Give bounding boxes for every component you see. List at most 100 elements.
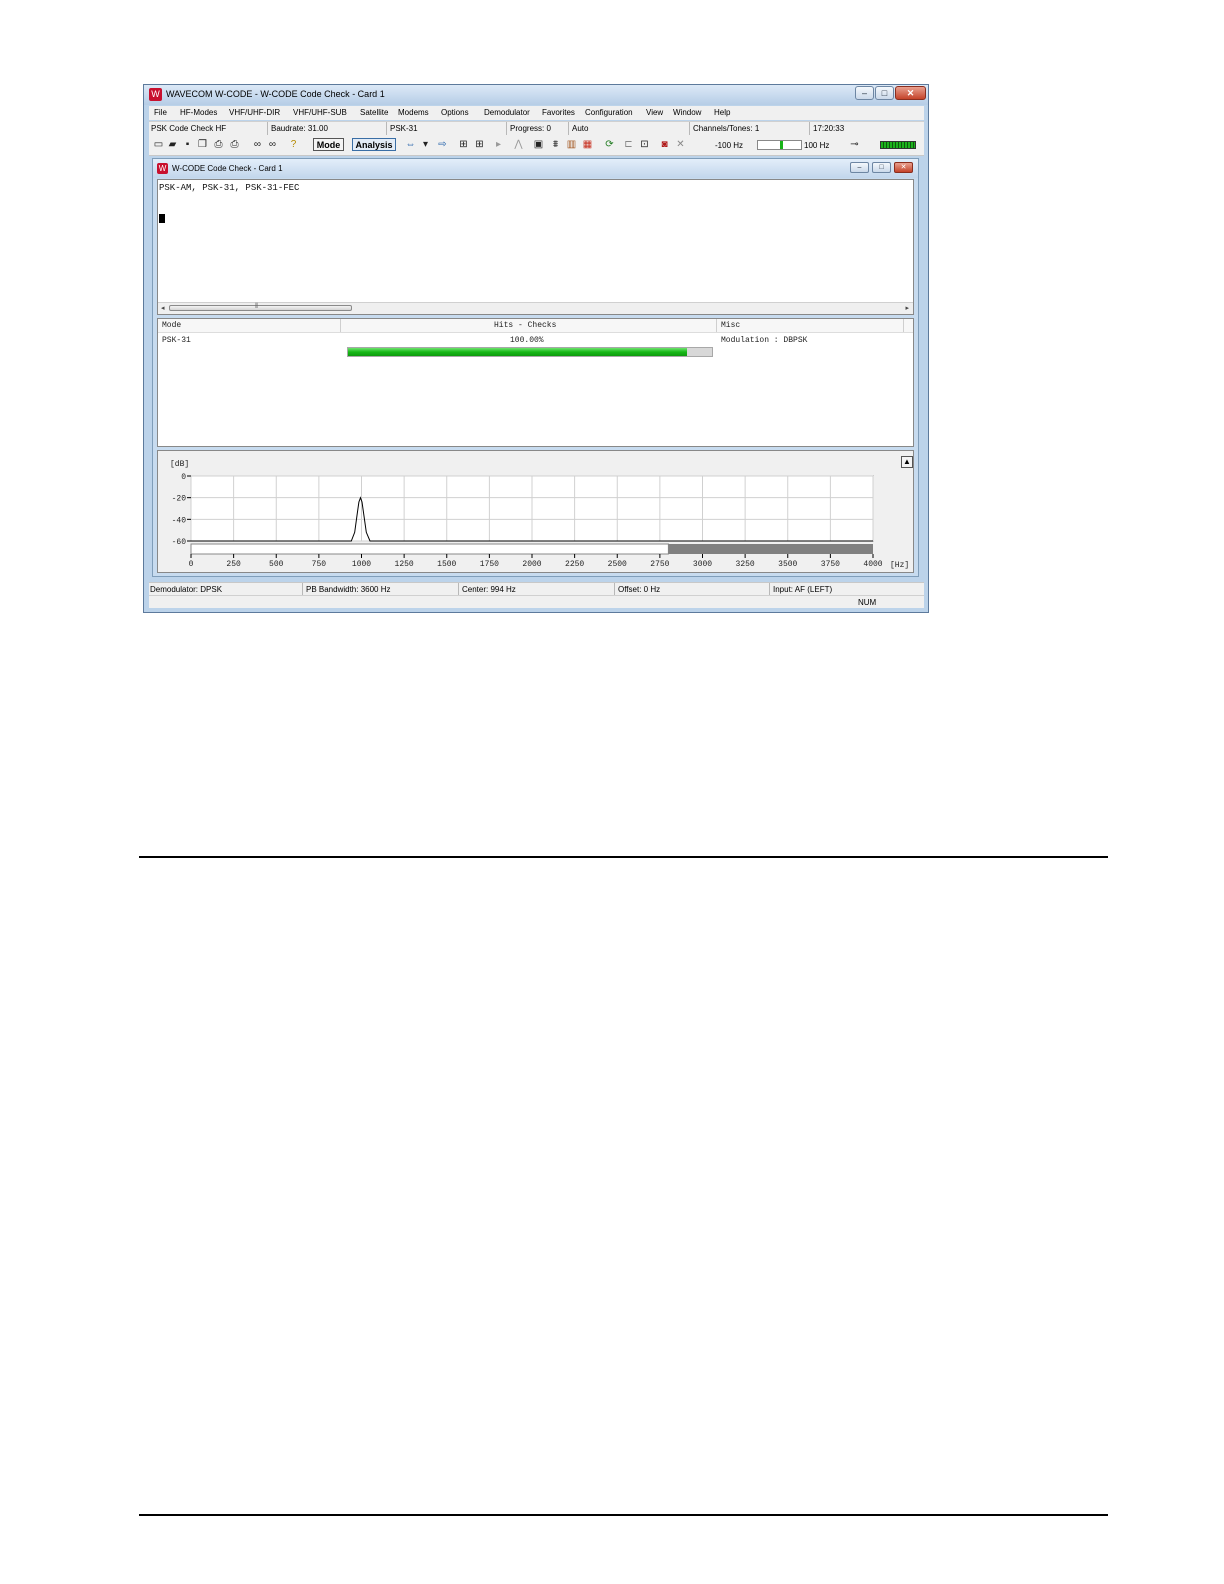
- column-header-misc[interactable]: Misc: [721, 321, 740, 330]
- collapse-spectrum-button[interactable]: ▲: [901, 456, 913, 468]
- binoculars-icon[interactable]: ⩩: [550, 139, 561, 150]
- record-icon[interactable]: ◙: [659, 139, 670, 150]
- menu-favorites[interactable]: Favorites: [542, 108, 575, 117]
- x-tick-label: 250: [226, 560, 241, 569]
- passband-region[interactable]: [190, 543, 669, 555]
- child-title-bar[interactable]: W W-CODE Code Check - Card 1 – □ ✕: [153, 159, 918, 178]
- analysis-button[interactable]: Analysis: [352, 138, 396, 151]
- info-mode: PSK Code Check HF: [151, 124, 227, 133]
- dropdown-icon[interactable]: ▾: [420, 139, 431, 150]
- menu-file[interactable]: File: [154, 108, 167, 117]
- trace-icon[interactable]: ⋀: [513, 139, 524, 150]
- scroll-left-icon[interactable]: ◂: [161, 303, 165, 314]
- window-title: WAVECOM W-CODE - W-CODE Code Check - Car…: [166, 89, 385, 99]
- row-mode: PSK-31: [162, 336, 191, 345]
- print-icon[interactable]: ⎙: [229, 139, 240, 150]
- play-icon[interactable]: ▸: [493, 139, 504, 150]
- menu-demodulator[interactable]: Demodulator: [484, 108, 530, 117]
- title-bar[interactable]: W WAVECOM W-CODE - W-CODE Code Check - C…: [144, 85, 928, 105]
- x-tick-label: 3250: [736, 560, 755, 569]
- tuning-slider[interactable]: [757, 140, 802, 150]
- menu-help[interactable]: Help: [714, 108, 730, 117]
- find-next-icon[interactable]: ∞: [267, 139, 278, 150]
- help-icon[interactable]: ?: [288, 139, 299, 150]
- child-maximize-button[interactable]: □: [872, 162, 891, 173]
- freq-low-label: -100 Hz: [715, 141, 744, 150]
- info-baudrate: Baudrate: 31.00: [271, 124, 328, 133]
- info-auto: Auto: [572, 124, 589, 133]
- tune-icon[interactable]: ⊸: [849, 139, 860, 150]
- copy-icon[interactable]: ❐: [197, 139, 208, 150]
- x-tick-label: 2000: [522, 560, 541, 569]
- x-tick-label: 2500: [608, 560, 627, 569]
- info-submode: PSK-31: [390, 124, 418, 133]
- num-lock-indicator: NUM: [858, 598, 877, 607]
- child-close-button[interactable]: ✕: [894, 162, 913, 173]
- bars-icon[interactable]: ▥: [566, 139, 577, 150]
- arrow-right-icon[interactable]: ⇨: [437, 139, 448, 150]
- open-folder-icon[interactable]: ▰: [167, 139, 178, 150]
- status-offset: Offset: 0 Hz: [618, 585, 661, 594]
- results-header: Mode Hits - Checks Misc: [158, 319, 913, 333]
- y-tick-label: -60: [172, 538, 187, 547]
- menu-window[interactable]: Window: [673, 108, 701, 117]
- menu-view[interactable]: View: [646, 108, 663, 117]
- scroll-thumb[interactable]: ⦀: [169, 303, 352, 311]
- text-cursor: [159, 214, 165, 223]
- menu-modems[interactable]: Modems: [398, 108, 429, 117]
- status-bar: Demodulator: DPSK PB Bandwidth: 3600 Hz …: [149, 582, 924, 595]
- page-divider-bottom: [139, 1514, 1108, 1516]
- x-tick-label: 4000: [863, 560, 882, 569]
- results-table: Mode Hits - Checks Misc PSK-31 100.00% M…: [157, 318, 914, 447]
- info-progress: Progress: 0: [510, 124, 551, 133]
- spectrum-chart[interactable]: [dB] 0 250 500 750 1000 1250 1500 1750 2000 2250 2…: [158, 451, 913, 572]
- menu-configuration[interactable]: Configuration: [585, 108, 633, 117]
- x-tick-label: 1000: [352, 560, 371, 569]
- refresh-icon[interactable]: ⟳: [604, 139, 615, 150]
- column-separator[interactable]: [716, 319, 717, 332]
- y-axis-unit: [dB]: [170, 460, 189, 469]
- x-axis-unit: [Hz]: [890, 561, 909, 570]
- maximize-button[interactable]: □: [875, 86, 894, 100]
- save-icon[interactable]: ▪: [182, 139, 193, 150]
- x-tick-label: 3000: [693, 560, 712, 569]
- spectrum-panel: [dB] 0 250 500 750 1000 1250 1500 1750 2000 2250 2…: [157, 450, 914, 573]
- menu-hf-modes[interactable]: HF-Modes: [180, 108, 217, 117]
- minimize-button[interactable]: –: [855, 86, 874, 100]
- menu-vhf-uhf-dir[interactable]: VHF/UHF-DIR: [229, 108, 280, 117]
- column-separator[interactable]: [340, 319, 341, 332]
- horizontal-scrollbar[interactable]: ◂ ⦀ ▸: [158, 302, 913, 314]
- colorful-icon[interactable]: ▦: [582, 139, 593, 150]
- print-preview-icon[interactable]: ⎙: [213, 139, 224, 150]
- arrow-left-right-icon[interactable]: ⇔: [405, 139, 416, 150]
- scroll-right-icon[interactable]: ▸: [905, 303, 909, 314]
- find-icon[interactable]: ∞: [252, 139, 263, 150]
- menu-options[interactable]: Options: [441, 108, 469, 117]
- column-header-hits[interactable]: Hits - Checks: [494, 321, 556, 330]
- code-check-2-icon[interactable]: ⊞: [474, 139, 485, 150]
- code-check-icon[interactable]: ⊞: [458, 139, 469, 150]
- new-file-icon[interactable]: ▭: [153, 139, 164, 150]
- info-separator: [568, 122, 569, 135]
- menu-satellite[interactable]: Satellite: [360, 108, 388, 117]
- column-separator[interactable]: [903, 319, 904, 332]
- ps-icon[interactable]: ⊡: [639, 139, 650, 150]
- info-separator: [689, 122, 690, 135]
- x-tick-label: 750: [312, 560, 327, 569]
- hits-progress-fill: [348, 348, 687, 356]
- close-button[interactable]: ✕: [895, 86, 926, 100]
- info-separator: [386, 122, 387, 135]
- menu-vhf-uhf-sub[interactable]: VHF/UHF-SUB: [293, 108, 347, 117]
- tuning-marker[interactable]: [780, 141, 783, 149]
- cancel-icon[interactable]: ✕: [675, 139, 686, 150]
- output-text-pane[interactable]: PSK-AM, PSK-31, PSK-31-FEC ◂ ⦀ ▸: [157, 179, 914, 315]
- split-icon[interactable]: ⊏: [623, 139, 634, 150]
- y-tick-label: -20: [172, 495, 187, 504]
- y-tick-label: -40: [172, 516, 187, 525]
- child-window-title: W-CODE Code Check - Card 1: [172, 164, 283, 173]
- mode-button[interactable]: Mode: [313, 138, 344, 151]
- column-header-mode[interactable]: Mode: [162, 321, 181, 330]
- card-icon[interactable]: ▣: [533, 139, 544, 150]
- x-tick-label: 3500: [778, 560, 797, 569]
- child-minimize-button[interactable]: –: [850, 162, 869, 173]
